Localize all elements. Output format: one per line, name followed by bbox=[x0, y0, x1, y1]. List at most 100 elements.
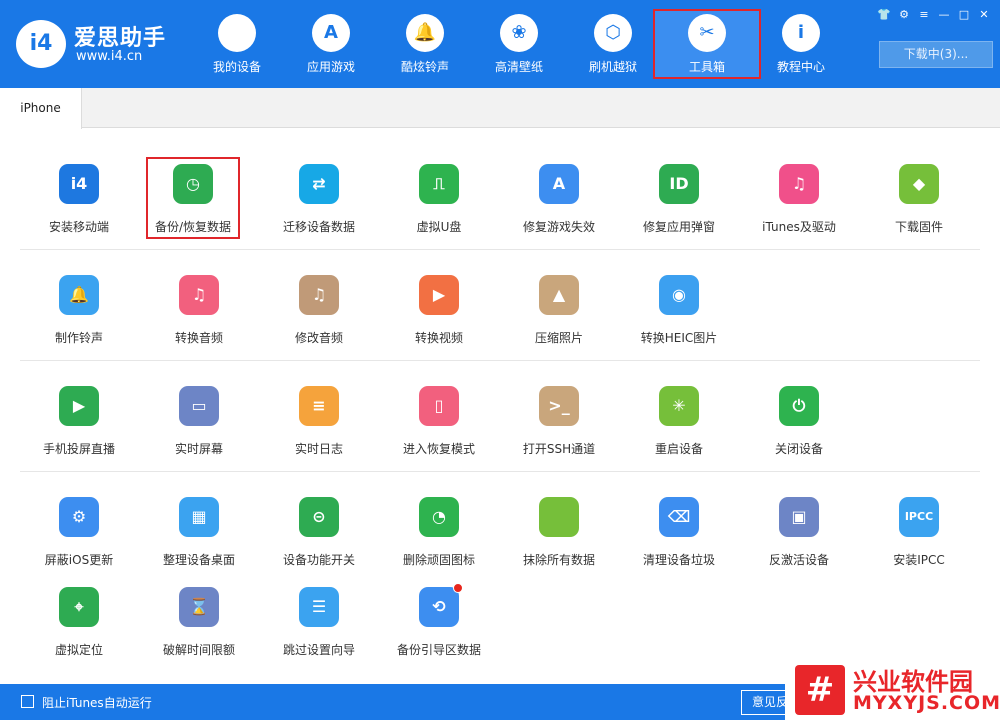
tool-item[interactable]: ⌖ 虚拟定位 bbox=[19, 587, 139, 677]
app-name: 爱思助手 bbox=[74, 26, 167, 51]
tool-label: 重启设备 bbox=[654, 442, 703, 456]
tool-label: 跳过设置向导 bbox=[282, 643, 355, 657]
tool-label: 安装IPCC bbox=[893, 553, 945, 567]
backup-clock-icon: ◷ bbox=[173, 164, 213, 204]
nav-item-3[interactable]: ❀ 高清壁纸 bbox=[471, 10, 567, 80]
tools-icon: ✂ bbox=[688, 14, 726, 52]
tool-item[interactable]: ≡ 实时日志 bbox=[259, 386, 379, 476]
tool-label: 备份/恢复数据 bbox=[154, 220, 232, 234]
menu-icon[interactable]: ≡ bbox=[914, 7, 934, 23]
tool-item[interactable]: ▶ 手机投屏直播 bbox=[19, 386, 139, 476]
nav-item-2[interactable]: 🔔 酷炫铃声 bbox=[377, 10, 473, 80]
tool-item[interactable]: ⌛ 破解时间限额 bbox=[139, 587, 259, 677]
nav-item-1[interactable]: A 应用游戏 bbox=[283, 10, 379, 80]
tool-item[interactable]: >_ 打开SSH通道 bbox=[499, 386, 619, 476]
skin-icon[interactable]: 👕 bbox=[874, 7, 894, 23]
tool-item[interactable]: ⟲ 备份引导区数据 bbox=[379, 583, 499, 677]
tool-item[interactable]: ♫ iTunes及驱动 bbox=[739, 164, 859, 254]
i4-logo-icon: i4 bbox=[16, 20, 66, 68]
site-watermark: # 兴业软件园 MYXYJS.COM bbox=[785, 660, 1000, 720]
cube-icon: ◆ bbox=[899, 164, 939, 204]
broom-icon: ⌫ bbox=[659, 497, 699, 537]
tool-label: 修改音频 bbox=[294, 331, 343, 345]
usb-icon: ⎍ bbox=[419, 164, 459, 204]
tool-label: 打开SSH通道 bbox=[522, 442, 596, 456]
tool-item[interactable]: ⏻ 关闭设备 bbox=[739, 386, 859, 476]
tool-item[interactable]: ID 修复应用弹窗 bbox=[619, 164, 739, 254]
tool-item[interactable]: ⇄ 迁移设备数据 bbox=[259, 164, 379, 254]
tool-item[interactable]: ✳ 重启设备 bbox=[619, 386, 739, 476]
migrate-icon: ⇄ bbox=[299, 164, 339, 204]
tool-item[interactable]: ▦ 整理设备桌面 bbox=[139, 497, 259, 587]
tool-label: 虚拟定位 bbox=[54, 643, 103, 657]
tool-label: 备份引导区数据 bbox=[396, 643, 481, 657]
monitor-icon: ▭ bbox=[179, 386, 219, 426]
toolbox-grid: i4 安装移动端 ◷ 备份/恢复数据 ⇄ 迁移设备数据 ⎍ 虚拟U盘 A 修复游戏失效 ID 修复应用… bbox=[0, 129, 1000, 684]
tool-item[interactable]: ▲ 压缩照片 bbox=[499, 275, 619, 365]
tool-item[interactable]: A 修复游戏失效 bbox=[499, 164, 619, 254]
tool-item[interactable]: 🔔 制作铃声 bbox=[19, 275, 139, 365]
block-itunes-checkbox[interactable] bbox=[21, 695, 34, 708]
cast-icon: ▶ bbox=[59, 386, 99, 426]
tool-item[interactable]: ♫ 转换音频 bbox=[139, 275, 259, 365]
tool-item[interactable]: ⎍ 虚拟U盘 bbox=[379, 164, 499, 254]
tool-label: 安装移动端 bbox=[48, 220, 109, 234]
tool-item[interactable]: IPCC 安装IPCC bbox=[859, 497, 979, 587]
log-icon: ≡ bbox=[299, 386, 339, 426]
nav-item-6[interactable]: i 教程中心 bbox=[753, 10, 849, 80]
tool-item[interactable]: ◆ 下载固件 bbox=[859, 164, 979, 254]
box-icon: ⬡ bbox=[594, 14, 632, 52]
tool-item[interactable]: 抹除所有数据 bbox=[499, 497, 619, 587]
watermark-domain: MYXYJS.COM bbox=[853, 692, 1000, 714]
tool-label: 反激活设备 bbox=[768, 553, 829, 567]
nav-item-5[interactable]: ✂ 工具箱 bbox=[653, 9, 761, 79]
tool-label: 虚拟U盘 bbox=[416, 220, 462, 234]
apple-id-icon: ID bbox=[659, 164, 699, 204]
maximize-icon[interactable]: □ bbox=[954, 7, 974, 23]
tool-item[interactable]: ♫ 修改音频 bbox=[259, 275, 379, 365]
app-logo: i4 爱思助手 www.i4.cn bbox=[16, 18, 176, 70]
apple-icon bbox=[218, 14, 256, 52]
tool-item[interactable]: ☰ 跳过设置向导 bbox=[259, 587, 379, 677]
nav-label: 酷炫铃声 bbox=[400, 60, 449, 74]
tool-label: 转换HEIC图片 bbox=[640, 331, 718, 345]
tool-label: 下载固件 bbox=[894, 220, 943, 234]
flower-icon: ❀ bbox=[500, 14, 538, 52]
skip-wizard-icon: ☰ bbox=[299, 587, 339, 627]
nav-item-0[interactable]: 我的设备 bbox=[189, 10, 285, 80]
tool-item[interactable]: ⌫ 清理设备垃圾 bbox=[619, 497, 739, 587]
nav-label: 教程中心 bbox=[776, 60, 825, 74]
itunes-icon: ♫ bbox=[779, 164, 819, 204]
settings-icon[interactable]: ⚙ bbox=[894, 7, 914, 23]
bell-plus-icon: 🔔 bbox=[59, 275, 99, 315]
download-progress-button[interactable]: 下载中(3)... bbox=[879, 41, 993, 68]
recovery-icon: ▯ bbox=[419, 386, 459, 426]
tool-item[interactable]: ◷ 备份/恢复数据 bbox=[146, 157, 240, 239]
tool-label: 删除顽固图标 bbox=[402, 553, 475, 567]
power-icon: ⏻ bbox=[779, 386, 819, 426]
tool-item[interactable]: ▶ 转换视频 bbox=[379, 275, 499, 365]
restart-icon: ✳ bbox=[659, 386, 699, 426]
window-controls: 👕 ⚙ ≡ — □ ✕ bbox=[874, 3, 994, 21]
tool-item[interactable]: ⊝ 设备功能开关 bbox=[259, 497, 379, 587]
minimize-icon[interactable]: — bbox=[934, 7, 954, 23]
tool-item[interactable]: ▭ 实时屏幕 bbox=[139, 386, 259, 476]
tool-label: iTunes及驱动 bbox=[762, 220, 836, 234]
nav-item-4[interactable]: ⬡ 刷机越狱 bbox=[565, 10, 661, 80]
ssh-icon: >_ bbox=[539, 386, 579, 426]
photo-icon: ▲ bbox=[539, 275, 579, 315]
tool-item[interactable]: i4 安装移动端 bbox=[19, 164, 139, 254]
tool-label: 关闭设备 bbox=[774, 442, 823, 456]
tool-item[interactable]: ⚙ 屏蔽iOS更新 bbox=[19, 497, 139, 587]
close-icon[interactable]: ✕ bbox=[974, 7, 994, 23]
i4-app-icon: i4 bbox=[59, 164, 99, 204]
tool-label: 破解时间限额 bbox=[162, 643, 235, 657]
tool-item[interactable]: ▣ 反激活设备 bbox=[739, 497, 859, 587]
tab-iphone[interactable]: iPhone bbox=[0, 88, 82, 129]
boot-backup-icon: ⟲ bbox=[419, 583, 463, 627]
tool-item[interactable]: ◉ 转换HEIC图片 bbox=[619, 275, 739, 365]
tool-item[interactable]: ▯ 进入恢复模式 bbox=[379, 386, 499, 476]
tool-item[interactable]: ◔ 删除顽固图标 bbox=[379, 497, 499, 587]
tool-label: 整理设备桌面 bbox=[162, 553, 235, 567]
block-itunes-label: 阻止iTunes自动运行 bbox=[42, 696, 152, 710]
